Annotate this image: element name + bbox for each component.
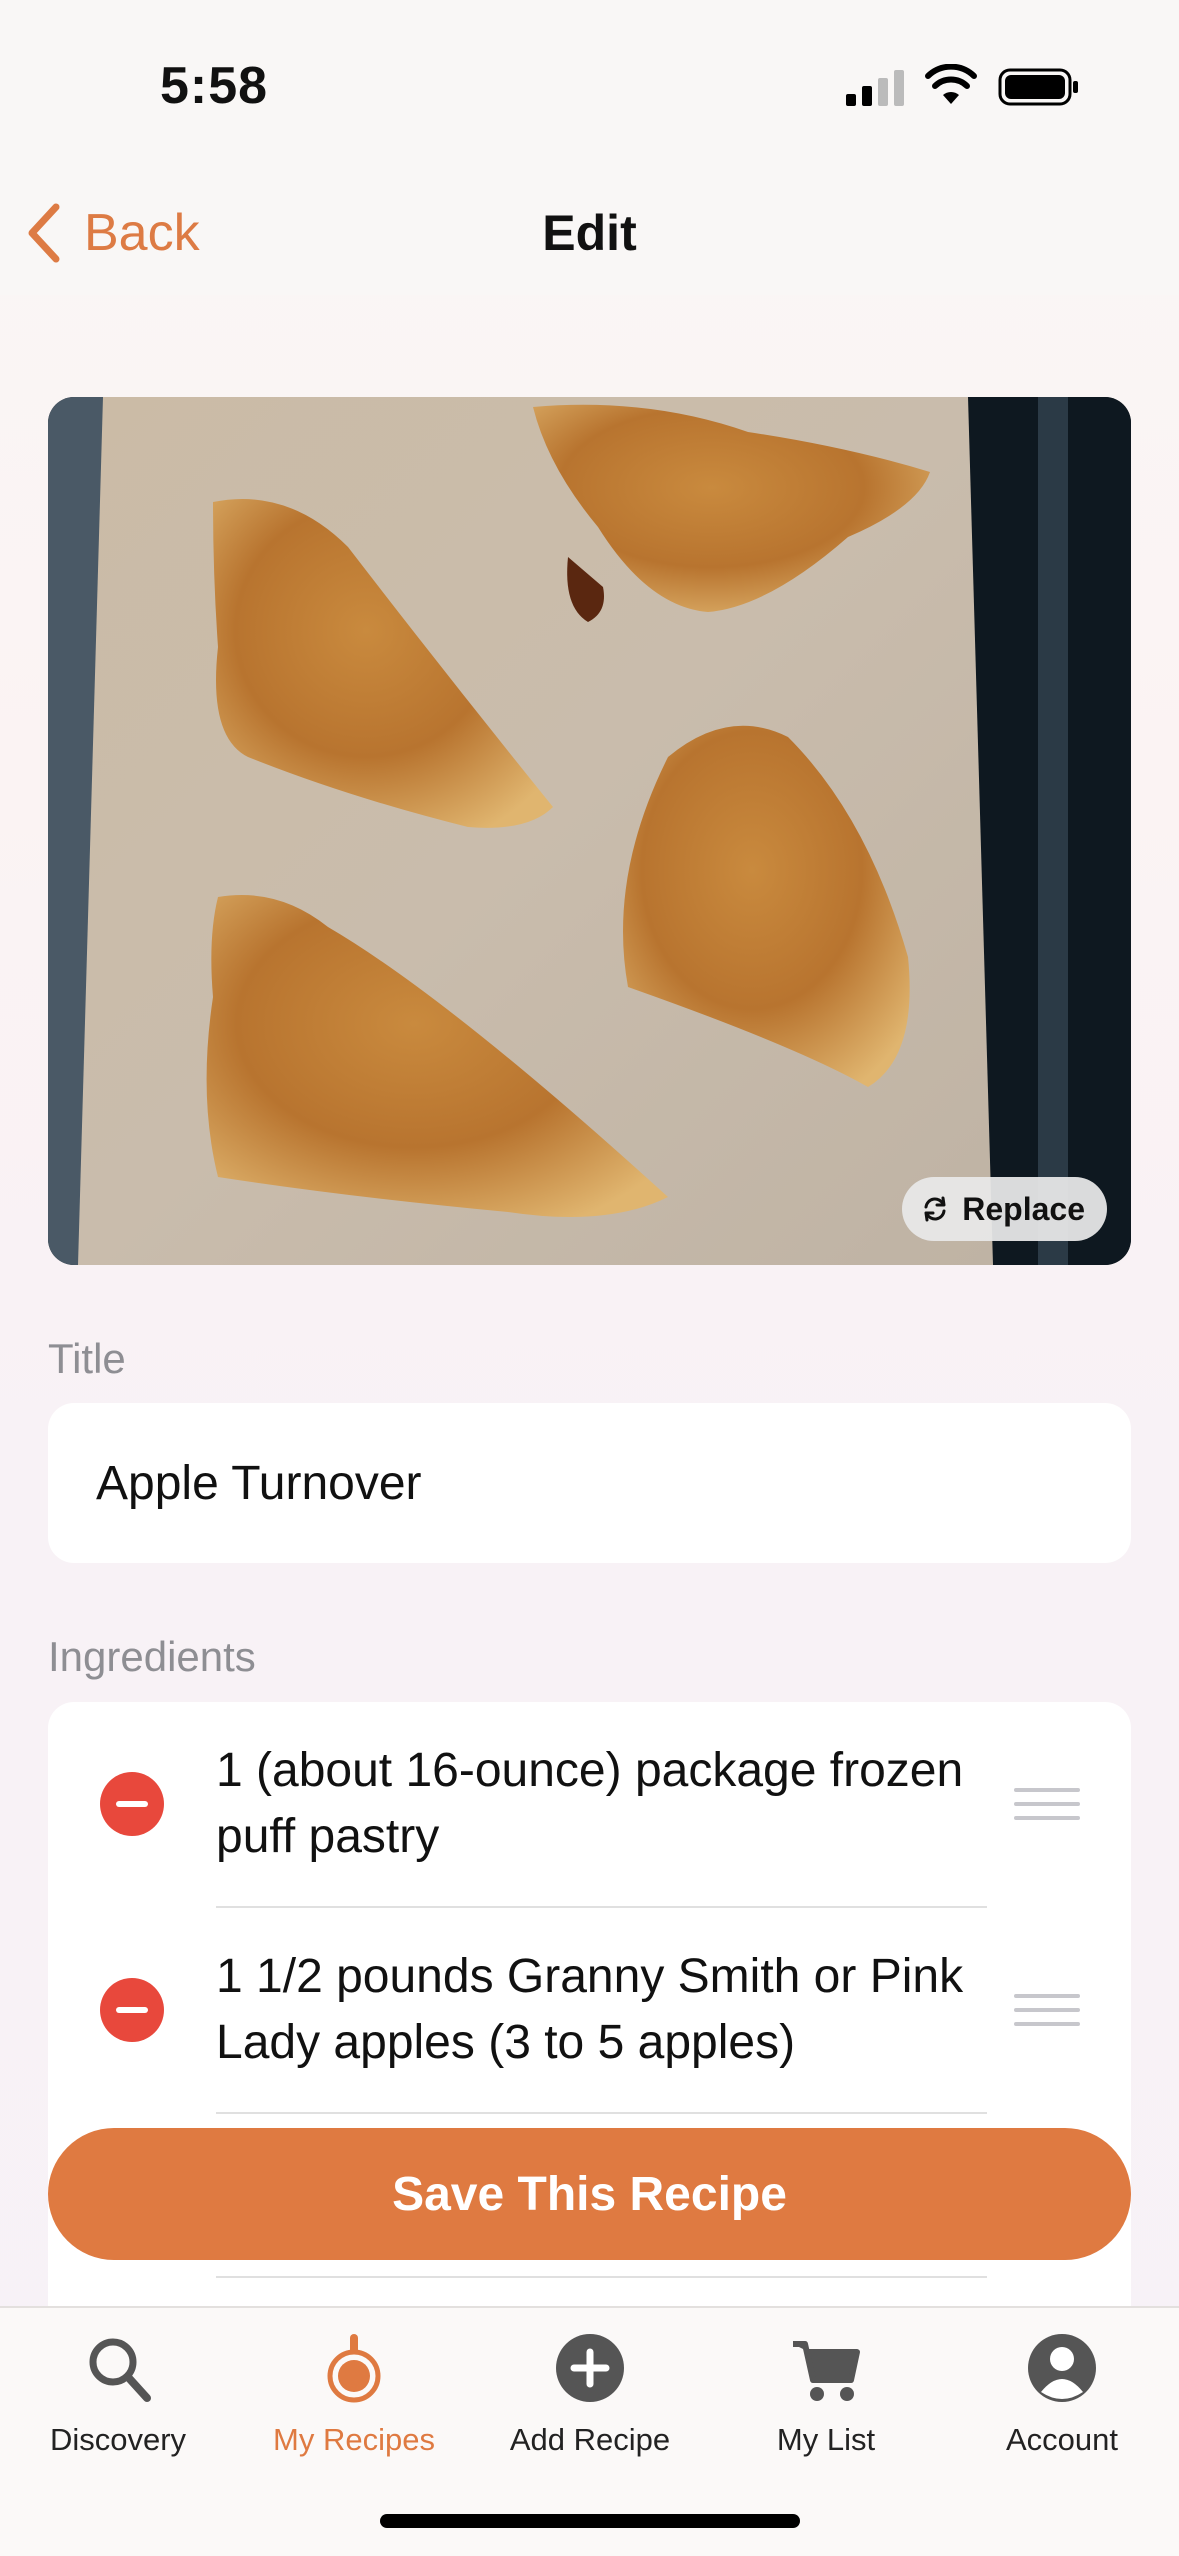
home-indicator bbox=[380, 2514, 800, 2528]
ingredient-row: 1 (about 16-ounce) package frozen puff p… bbox=[48, 1702, 1131, 1908]
replace-photo-button[interactable]: Replace bbox=[902, 1177, 1107, 1241]
pan-icon bbox=[327, 2334, 381, 2403]
ingredients-section-label: Ingredients bbox=[48, 1633, 256, 1680]
tab-discovery[interactable]: Discovery bbox=[0, 2308, 236, 2478]
ingredient-text[interactable]: 1 (about 16-ounce) package frozen puff p… bbox=[216, 1738, 996, 1870]
row-divider bbox=[216, 2112, 987, 2114]
refresh-icon bbox=[924, 1196, 946, 1222]
tab-label: Add Recipe bbox=[509, 2422, 671, 2457]
tab-account[interactable]: Account bbox=[944, 2308, 1179, 2478]
cellular-signal-icon bbox=[846, 70, 904, 106]
tab-label: Account bbox=[1005, 2422, 1118, 2457]
remove-ingredient-icon[interactable] bbox=[100, 1978, 164, 2042]
tab-my-list[interactable]: My List bbox=[708, 2308, 944, 2478]
tab-label: My List bbox=[776, 2422, 876, 2457]
wifi-icon bbox=[925, 64, 977, 104]
navigation-bar: Back Edit bbox=[0, 170, 1179, 295]
page-title: Edit bbox=[542, 205, 637, 261]
edit-recipe-screen: 5:58 Back Edit Replace Title Apple Turno… bbox=[0, 0, 1179, 2556]
search-icon bbox=[89, 2338, 151, 2402]
tab-label: My Recipes bbox=[273, 2422, 435, 2457]
tab-my-recipes[interactable]: My Recipes bbox=[236, 2308, 472, 2478]
drag-handle-icon[interactable] bbox=[1014, 1994, 1080, 2028]
recipe-photo: Replace bbox=[48, 397, 1131, 1265]
status-bar: 5:58 bbox=[0, 0, 1179, 170]
ingredient-row: 1 1/2 pounds Granny Smith or Pink Lady a… bbox=[48, 1908, 1131, 2114]
apple-turnovers-image bbox=[48, 397, 1131, 1265]
ingredient-text[interactable]: 1 1/2 pounds Granny Smith or Pink Lady a… bbox=[216, 1944, 996, 2076]
drag-handle-icon[interactable] bbox=[1014, 1788, 1080, 1822]
title-field[interactable]: Apple Turnover bbox=[48, 1403, 1131, 1563]
tab-label: Discovery bbox=[49, 2422, 187, 2457]
cart-icon bbox=[793, 2341, 860, 2401]
tab-add-recipe[interactable]: Add Recipe bbox=[472, 2308, 708, 2478]
plus-circle-icon bbox=[556, 2334, 624, 2402]
remove-ingredient-icon[interactable] bbox=[100, 1772, 164, 1836]
status-time: 5:58 bbox=[160, 57, 269, 115]
row-divider bbox=[216, 2276, 987, 2278]
person-circle-icon bbox=[1028, 2334, 1096, 2402]
title-section-label: Title bbox=[48, 1335, 126, 1382]
replace-label: Replace bbox=[962, 1190, 1085, 1227]
save-recipe-button[interactable]: Save This Recipe bbox=[48, 2128, 1131, 2260]
battery-icon bbox=[998, 68, 1078, 106]
